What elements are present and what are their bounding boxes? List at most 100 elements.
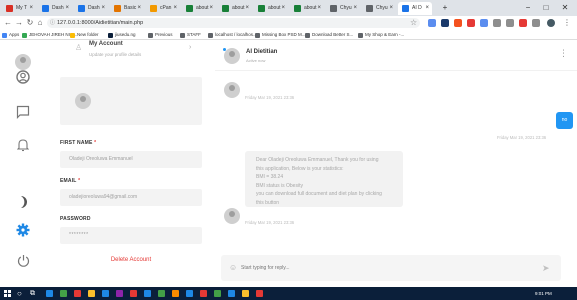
password-field[interactable]: ********: [60, 227, 202, 244]
extension-icon[interactable]: [441, 19, 449, 27]
settings-icon[interactable]: [10, 223, 36, 243]
browser-tab[interactable]: about ×: [290, 2, 324, 15]
taskbar-time[interactable]: 9:01 PM: [535, 287, 552, 300]
reload-icon[interactable]: ↻: [25, 16, 35, 30]
search-icon[interactable]: ○: [17, 287, 22, 300]
tab-favicon-icon: [222, 5, 229, 12]
extension-icon[interactable]: [480, 19, 488, 27]
tab-close-icon[interactable]: ×: [353, 2, 357, 15]
bookmark-label: Apps: [9, 32, 20, 37]
taskbar-app-icon[interactable]: [172, 290, 179, 297]
bot-avatar: [224, 208, 240, 224]
taskbar-app-icon[interactable]: [60, 290, 67, 297]
taskbar-app-icon[interactable]: [130, 290, 137, 297]
extension-icon[interactable]: [467, 19, 475, 27]
taskbar-app-icon[interactable]: [74, 290, 81, 297]
new-tab-button[interactable]: +: [437, 0, 453, 16]
profile-avatar-icon[interactable]: [547, 19, 555, 27]
taskbar-app-icon[interactable]: [186, 290, 193, 297]
tab-close-icon[interactable]: ×: [389, 2, 393, 15]
minimize-button[interactable]: −: [520, 0, 536, 16]
message-line: you can download full document and diet …: [256, 191, 382, 197]
taskbar-app-icon[interactable]: [158, 290, 165, 297]
avatar[interactable]: [15, 54, 31, 70]
star-icon[interactable]: ☆: [410, 16, 417, 30]
tab-label: Basic: [124, 5, 137, 11]
profile-header[interactable]: ♙ My Account Update your profile details…: [47, 40, 215, 62]
bookmark-item[interactable]: localhost / localhos...: [208, 30, 257, 40]
moon-icon[interactable]: [10, 195, 36, 215]
more-options-icon[interactable]: ⋮: [559, 48, 568, 59]
taskbar-app-icon[interactable]: [256, 290, 263, 297]
taskbar-app-icon[interactable]: [88, 290, 95, 297]
browser-tab[interactable]: Dash ×: [38, 2, 72, 15]
extension-icon[interactable]: [506, 19, 514, 27]
bookmark-item[interactable]: Missing Box PSD M...: [255, 30, 306, 40]
browser-tab[interactable]: cPan ×: [146, 2, 180, 15]
first-name-field[interactable]: Oladeji Oreoluwa Emmanuel: [60, 151, 202, 168]
online-dot: [223, 48, 226, 51]
bookmark-item[interactable]: Download Better S...: [305, 30, 353, 40]
extension-icon[interactable]: [519, 19, 527, 27]
tab-close-icon[interactable]: ×: [101, 2, 105, 15]
taskbar-app-icon[interactable]: [242, 290, 249, 297]
tab-close-icon[interactable]: ×: [29, 2, 33, 15]
windows-icon[interactable]: [4, 290, 11, 297]
taskbar-app-icon[interactable]: [228, 290, 235, 297]
bookmark-item[interactable]: STAFF: [180, 30, 201, 40]
tab-close-icon[interactable]: ×: [317, 2, 321, 15]
delete-account-button[interactable]: Delete Account: [60, 257, 202, 263]
power-icon[interactable]: [10, 253, 36, 273]
tab-close-icon[interactable]: ×: [245, 2, 249, 15]
profile-photo-box[interactable]: [60, 77, 202, 125]
maximize-button[interactable]: □: [538, 0, 554, 16]
close-window-button[interactable]: ✕: [557, 0, 573, 16]
browser-tab[interactable]: about ×: [182, 2, 216, 15]
bell-icon[interactable]: [10, 138, 36, 158]
tab-close-icon[interactable]: ×: [281, 2, 285, 15]
browser-tab[interactable]: about ×: [218, 2, 252, 15]
forward-icon[interactable]: →: [14, 16, 24, 30]
send-icon[interactable]: ➤: [542, 261, 550, 275]
tab-close-icon[interactable]: ×: [209, 2, 213, 15]
browser-tab[interactable]: AI D ×: [398, 2, 432, 15]
bookmark-item[interactable]: JEHOVAH JIREH NIG...: [22, 30, 77, 40]
reply-input[interactable]: [241, 262, 521, 274]
taskbar-app-icon[interactable]: [102, 290, 109, 297]
taskbar-app-icon[interactable]: [116, 290, 123, 297]
tab-close-icon[interactable]: ×: [425, 2, 429, 15]
tab-close-icon[interactable]: ×: [137, 2, 141, 15]
chat-icon[interactable]: [10, 105, 36, 125]
taskbar-app-icon[interactable]: [46, 290, 53, 297]
bookmark-item[interactable]: jiusedu.ng: [108, 30, 136, 40]
taskbar-app-icon[interactable]: [200, 290, 207, 297]
extension-icon[interactable]: [454, 19, 462, 27]
contact-name: AI Dietitian: [246, 49, 278, 55]
bookmark-item[interactable]: My Shop & Earn -...: [358, 30, 404, 40]
browser-tab[interactable]: Chyu ×: [362, 2, 396, 15]
extension-icon[interactable]: [428, 19, 436, 27]
tab-close-icon[interactable]: ×: [173, 2, 177, 15]
tab-close-icon[interactable]: ×: [65, 2, 69, 15]
browser-tab[interactable]: Chyu ×: [326, 2, 360, 15]
url-field[interactable]: ⓘ 127.0.0.1:8000/Aidietitian/main.php: [47, 18, 420, 28]
browser-tab[interactable]: Basic ×: [110, 2, 144, 15]
browser-tab[interactable]: Dash ×: [74, 2, 108, 15]
browser-tab[interactable]: My T ×: [2, 2, 36, 15]
taskbar-app-icon[interactable]: [214, 290, 221, 297]
emoji-icon[interactable]: ☺: [229, 263, 237, 273]
bookmark-item[interactable]: Apps: [2, 30, 19, 40]
user-icon[interactable]: [10, 70, 36, 90]
home-icon[interactable]: ⌂: [35, 16, 45, 30]
browser-tab[interactable]: about ×: [254, 2, 288, 15]
extension-icon[interactable]: [493, 19, 501, 27]
bookmark-item[interactable]: New folder: [70, 30, 99, 40]
contact-avatar[interactable]: [224, 48, 240, 64]
bookmark-item[interactable]: Previous: [148, 30, 173, 40]
task-view-icon[interactable]: ⧉: [30, 287, 35, 300]
email-field[interactable]: oladejioreoluwa94@gmail.com: [60, 189, 202, 206]
puzzle-icon[interactable]: [532, 19, 540, 27]
menu-dots-icon[interactable]: ⋮: [563, 16, 571, 30]
taskbar-app-icon[interactable]: [144, 290, 151, 297]
back-icon[interactable]: ←: [3, 16, 13, 30]
